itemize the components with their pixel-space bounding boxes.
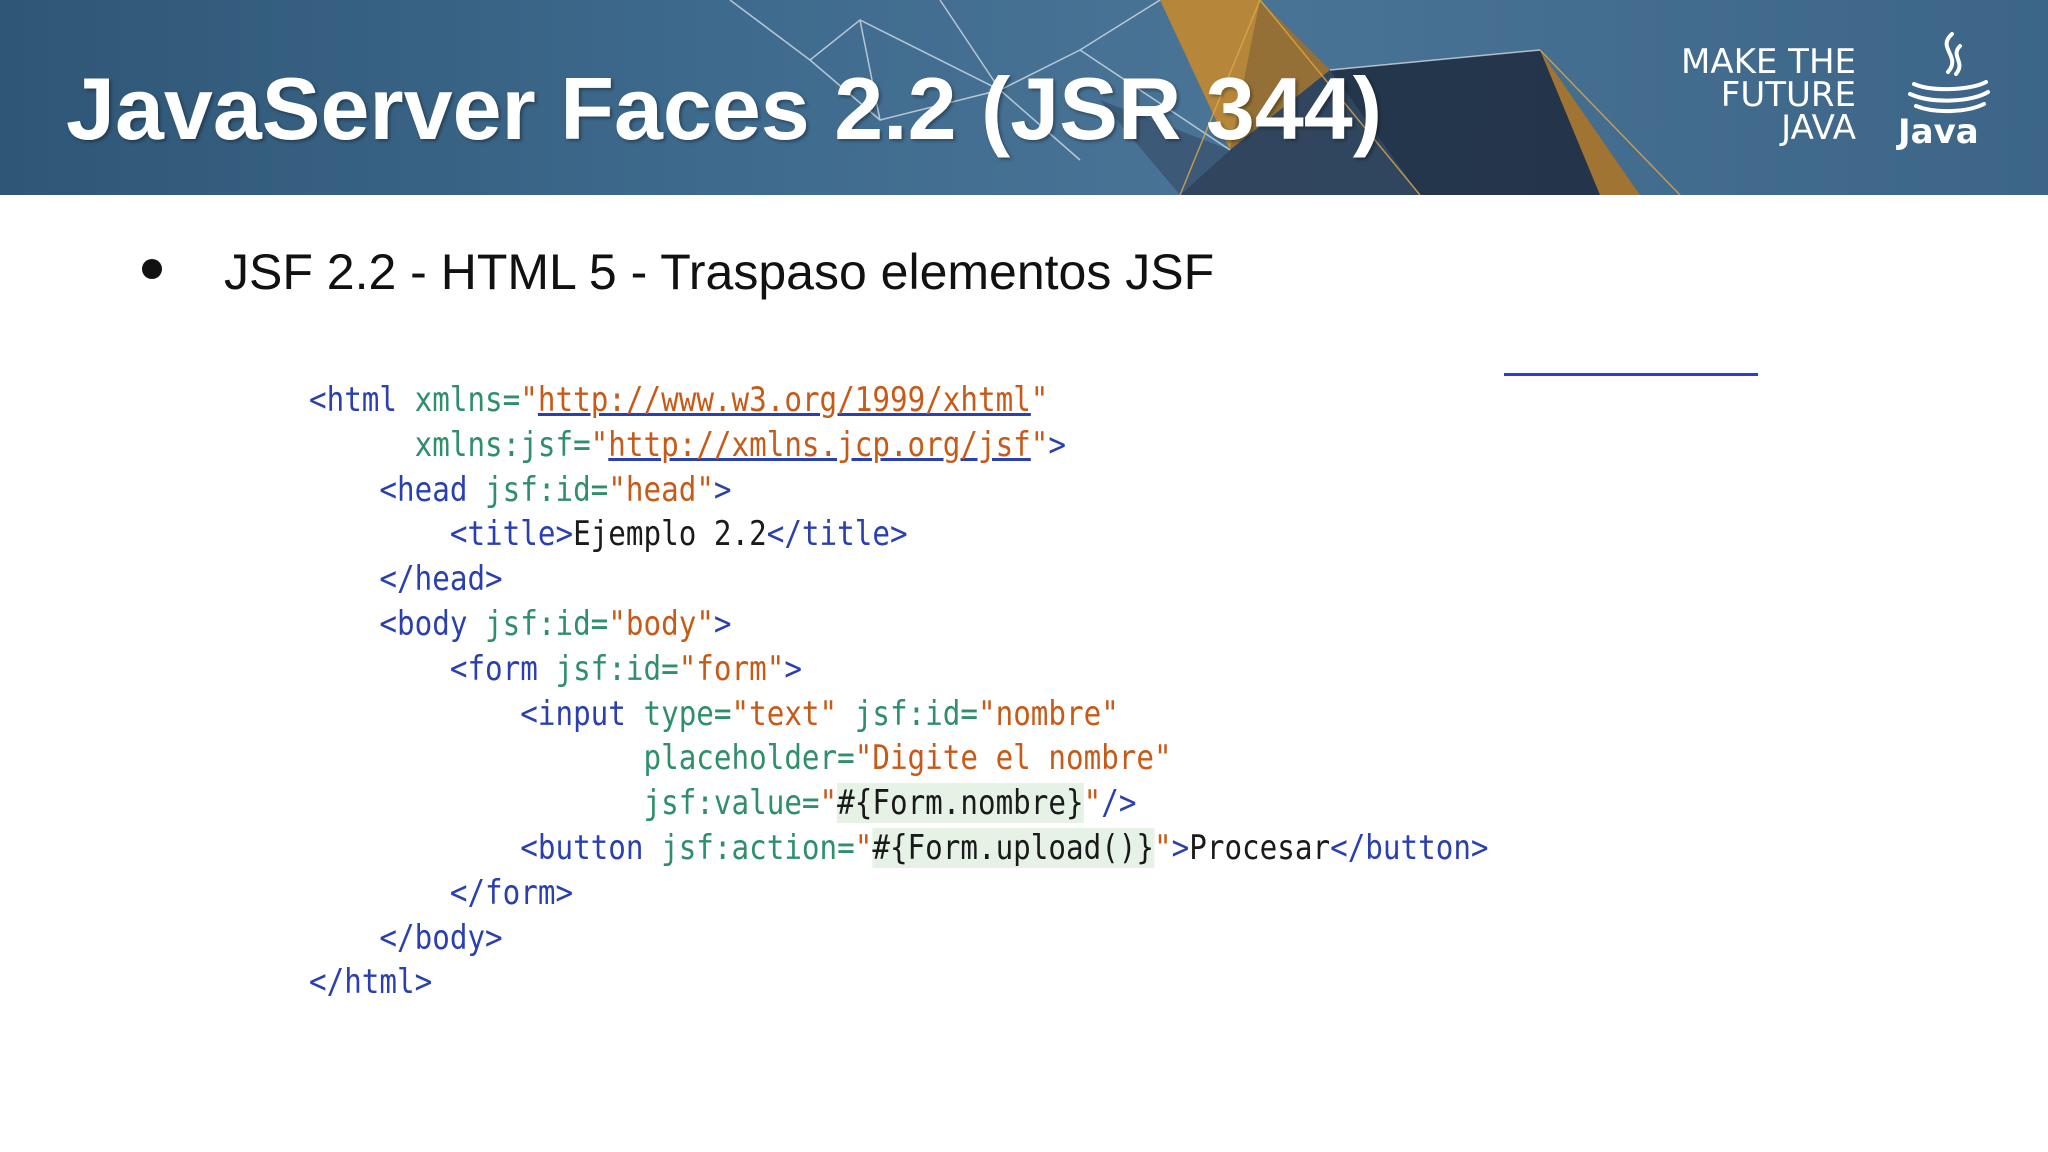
code-line: </head>	[309, 557, 1489, 602]
code-line: <html xmlns="http://www.w3.org/1999/xhtm…	[309, 378, 1489, 423]
code-line: <button jsf:action="#{Form.upload()}">Pr…	[309, 826, 1489, 871]
code-snippet: <html xmlns="http://www.w3.org/1999/xhtm…	[309, 378, 1489, 1005]
tagline-line-3: JAVA	[1781, 108, 1856, 148]
code-line: placeholder="Digite el nombre"	[309, 736, 1489, 781]
code-token: <input	[520, 693, 644, 734]
make-the-future-java-tagline: MAKE THE FUTURE JAVA	[1681, 45, 1856, 148]
code-token: jsf:id=	[555, 648, 679, 689]
code-token: "	[1030, 424, 1049, 465]
code-token: </body>	[379, 917, 503, 958]
code-token: http://www.w3.org/1999/xhtml	[537, 380, 1031, 420]
code-token: jsf:id=	[854, 693, 978, 734]
code-token: xmlns=	[414, 380, 521, 420]
code-token: #{Form.upload()}	[872, 827, 1155, 868]
code-token: </head>	[379, 559, 503, 600]
code-line: xmlns:jsf="http://xmlns.jcp.org/jsf">	[309, 423, 1489, 468]
code-token: type=	[643, 693, 732, 734]
code-token: "form"	[678, 648, 785, 689]
code-token: Procesar	[1189, 827, 1331, 868]
code-line: </body>	[309, 916, 1489, 961]
code-token: <form	[449, 648, 556, 689]
code-token: "text"	[731, 693, 855, 734]
code-token: >	[1048, 424, 1067, 465]
code-token: >	[1171, 827, 1190, 868]
code-token: xmlns:jsf=	[414, 424, 591, 465]
code-token: placeholder=	[643, 738, 855, 779]
code-token: jsf:value=	[643, 783, 820, 824]
code-token: >	[713, 469, 732, 510]
code-token: "	[854, 827, 873, 868]
code-token: "	[1154, 827, 1172, 868]
underline-fragment	[1504, 373, 1758, 376]
slide-header: JavaServer Faces 2.2 (JSR 344) MAKE THE …	[0, 0, 2048, 195]
bullet-text: JSF 2.2 - HTML 5 - Traspaso elementos JS…	[224, 244, 1215, 300]
code-token: http://xmlns.jcp.org/jsf	[608, 424, 1031, 465]
code-token: <head	[379, 469, 486, 510]
code-token: jsf:id=	[485, 603, 609, 644]
code-token: </title>	[766, 514, 908, 555]
code-token: />	[1101, 783, 1137, 824]
code-line: <body jsf:id="body">	[309, 602, 1489, 647]
bullet-dot-icon	[142, 259, 162, 279]
code-token: "	[1083, 783, 1102, 824]
code-token: #{Form.nombre}	[837, 783, 1084, 824]
code-token: >	[784, 648, 802, 689]
code-token: "nombre"	[977, 693, 1119, 734]
code-token: jsf:action=	[661, 827, 855, 868]
code-token: <title>	[449, 514, 574, 555]
code-token: "body"	[608, 603, 714, 644]
code-token: "	[819, 783, 838, 824]
code-line: <title>Ejemplo 2.2</title>	[309, 512, 1489, 557]
code-token: Ejemplo 2.2	[573, 514, 767, 555]
code-token: >	[713, 603, 732, 644]
code-line: </html>	[309, 960, 1489, 1005]
code-token: </form>	[449, 872, 574, 913]
code-line: <input type="text" jsf:id="nombre"	[309, 692, 1489, 737]
code-line: </form>	[309, 871, 1489, 916]
code-token: "head"	[608, 469, 714, 510]
code-token: </html>	[309, 962, 433, 1003]
code-token: <body	[379, 603, 486, 644]
code-line: <head jsf:id="head">	[309, 468, 1489, 513]
code-line: jsf:value="#{Form.nombre}"/>	[309, 781, 1489, 826]
code-token: "	[1030, 380, 1049, 420]
code-line: <form jsf:id="form">	[309, 647, 1489, 692]
code-token: </button>	[1330, 827, 1489, 868]
code-token: "Digite el nombre"	[854, 738, 1172, 779]
slide-title: JavaServer Faces 2.2 (JSR 344)	[66, 59, 1383, 158]
code-token: "	[520, 380, 538, 420]
code-token: "	[590, 424, 609, 465]
code-token: <html	[309, 380, 415, 420]
code-token: <button	[520, 827, 662, 868]
java-logo-text: Java	[1898, 112, 1979, 152]
code-token: jsf:id=	[485, 469, 609, 510]
